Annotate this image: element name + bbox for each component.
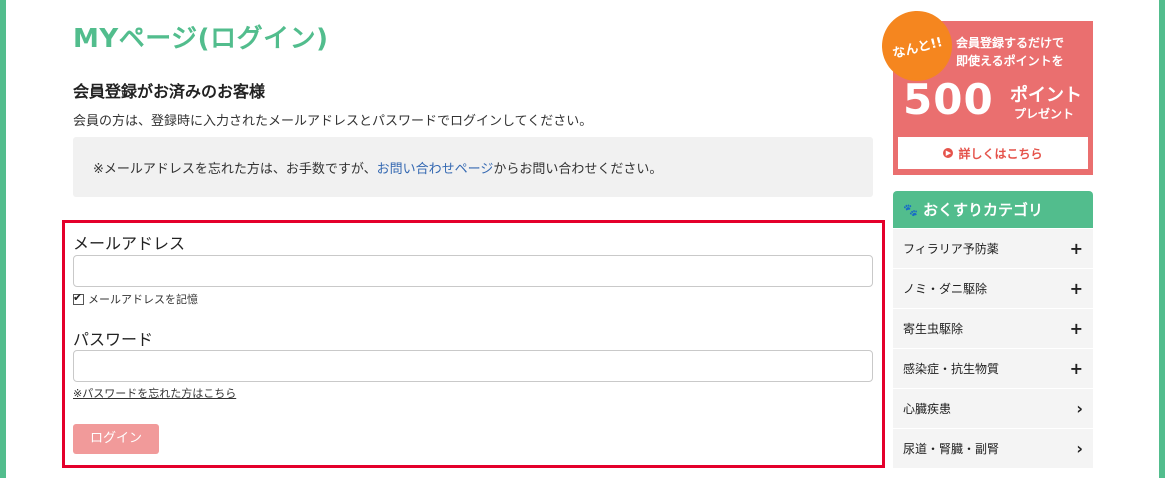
category-item-urinary[interactable]: 尿道・腎臓・副腎 › <box>893 429 1093 468</box>
promo-points-unit: ポイント <box>1010 85 1082 106</box>
section-heading: 会員登録がお済みのお客様 <box>73 82 266 101</box>
promo-present: プレゼント <box>1014 107 1075 121</box>
points-promo-banner[interactable]: なんと!! 会員登録するだけで 即使えるポイントを 500 ポイント プレゼント… <box>876 5 1093 175</box>
login-form: メールアドレス ✔ メールアドレスを記憶 パスワード ※パスワードを忘れた方はこ… <box>62 220 885 468</box>
contact-page-link[interactable]: お問い合わせページ <box>377 162 494 177</box>
page-left-border <box>0 0 6 478</box>
page-right-border <box>1159 0 1165 478</box>
promo-details-label: 詳しくはこちら <box>958 146 1043 161</box>
promo-line-2: 即使えるポイントを <box>956 54 1064 68</box>
promo-badge: なんと!! <box>876 5 958 87</box>
password-label: パスワード <box>73 330 154 349</box>
remember-email-checkbox[interactable]: ✔ <box>73 290 84 305</box>
plus-icon[interactable]: + <box>1070 279 1083 298</box>
category-item-infection[interactable]: 感染症・抗生物質 + <box>893 349 1093 388</box>
plus-icon[interactable]: + <box>1070 359 1083 378</box>
forgot-password-link[interactable]: ※パスワードを忘れた方はこちら <box>73 385 236 401</box>
category-item-label: 感染症・抗生物質 <box>903 362 1000 376</box>
chevron-right-icon: › <box>1076 439 1083 458</box>
category-title: おくすりカテゴリ <box>922 201 1043 219</box>
intro-text: 会員の方は、登録時に入力されたメールアドレスとパスワードでログインしてください。 <box>73 114 593 129</box>
page-title: MYページ(ログイン) <box>73 24 329 54</box>
paw-icon: 🐾 <box>903 202 918 217</box>
circle-arrow-icon: ▶ <box>943 148 954 158</box>
promo-line-1: 会員登録するだけで <box>956 36 1065 50</box>
plus-icon[interactable]: + <box>1070 319 1083 338</box>
notice-box: ※メールアドレスを忘れた方は、お手数ですが、お問い合わせページからお問い合わせく… <box>73 137 873 197</box>
category-header: 🐾 おくすりカテゴリ <box>893 191 1093 228</box>
login-button[interactable]: ログイン <box>73 424 159 454</box>
promo-points: 500 <box>903 75 994 124</box>
category-item-filaria[interactable]: フィラリア予防薬 + <box>893 229 1093 268</box>
category-item-parasite[interactable]: 寄生虫駆除 + <box>893 309 1093 348</box>
password-field[interactable] <box>73 350 873 382</box>
category-item-heart[interactable]: 心臓疾患 › <box>893 389 1093 428</box>
remember-email[interactable]: ✔ メールアドレスを記憶 <box>73 291 198 307</box>
notice-prefix: ※メールアドレスを忘れた方は、お手数ですが、 <box>93 162 377 177</box>
remember-email-label: メールアドレスを記憶 <box>88 293 198 306</box>
chevron-right-icon: › <box>1076 399 1083 418</box>
checkmark-icon: ✔ <box>73 290 83 304</box>
category-item-label: 尿道・腎臓・副腎 <box>903 442 1000 456</box>
category-item-flea-tick[interactable]: ノミ・ダニ駆除 + <box>893 269 1093 308</box>
category-item-label: 寄生虫駆除 <box>903 322 964 336</box>
email-field[interactable] <box>73 255 873 287</box>
category-item-label: フィラリア予防薬 <box>903 242 999 256</box>
category-item-label: ノミ・ダニ駆除 <box>903 282 988 296</box>
promo-details-button[interactable]: ▶ 詳しくはこちら <box>898 137 1088 169</box>
category-item-label: 心臓疾患 <box>903 402 952 416</box>
notice-suffix: からお問い合わせください。 <box>493 162 663 177</box>
email-label: メールアドレス <box>73 234 186 253</box>
medicine-category-menu: 🐾 おくすりカテゴリ フィラリア予防薬 + ノミ・ダニ駆除 + 寄生虫駆除 + … <box>893 191 1093 468</box>
plus-icon[interactable]: + <box>1070 239 1083 258</box>
